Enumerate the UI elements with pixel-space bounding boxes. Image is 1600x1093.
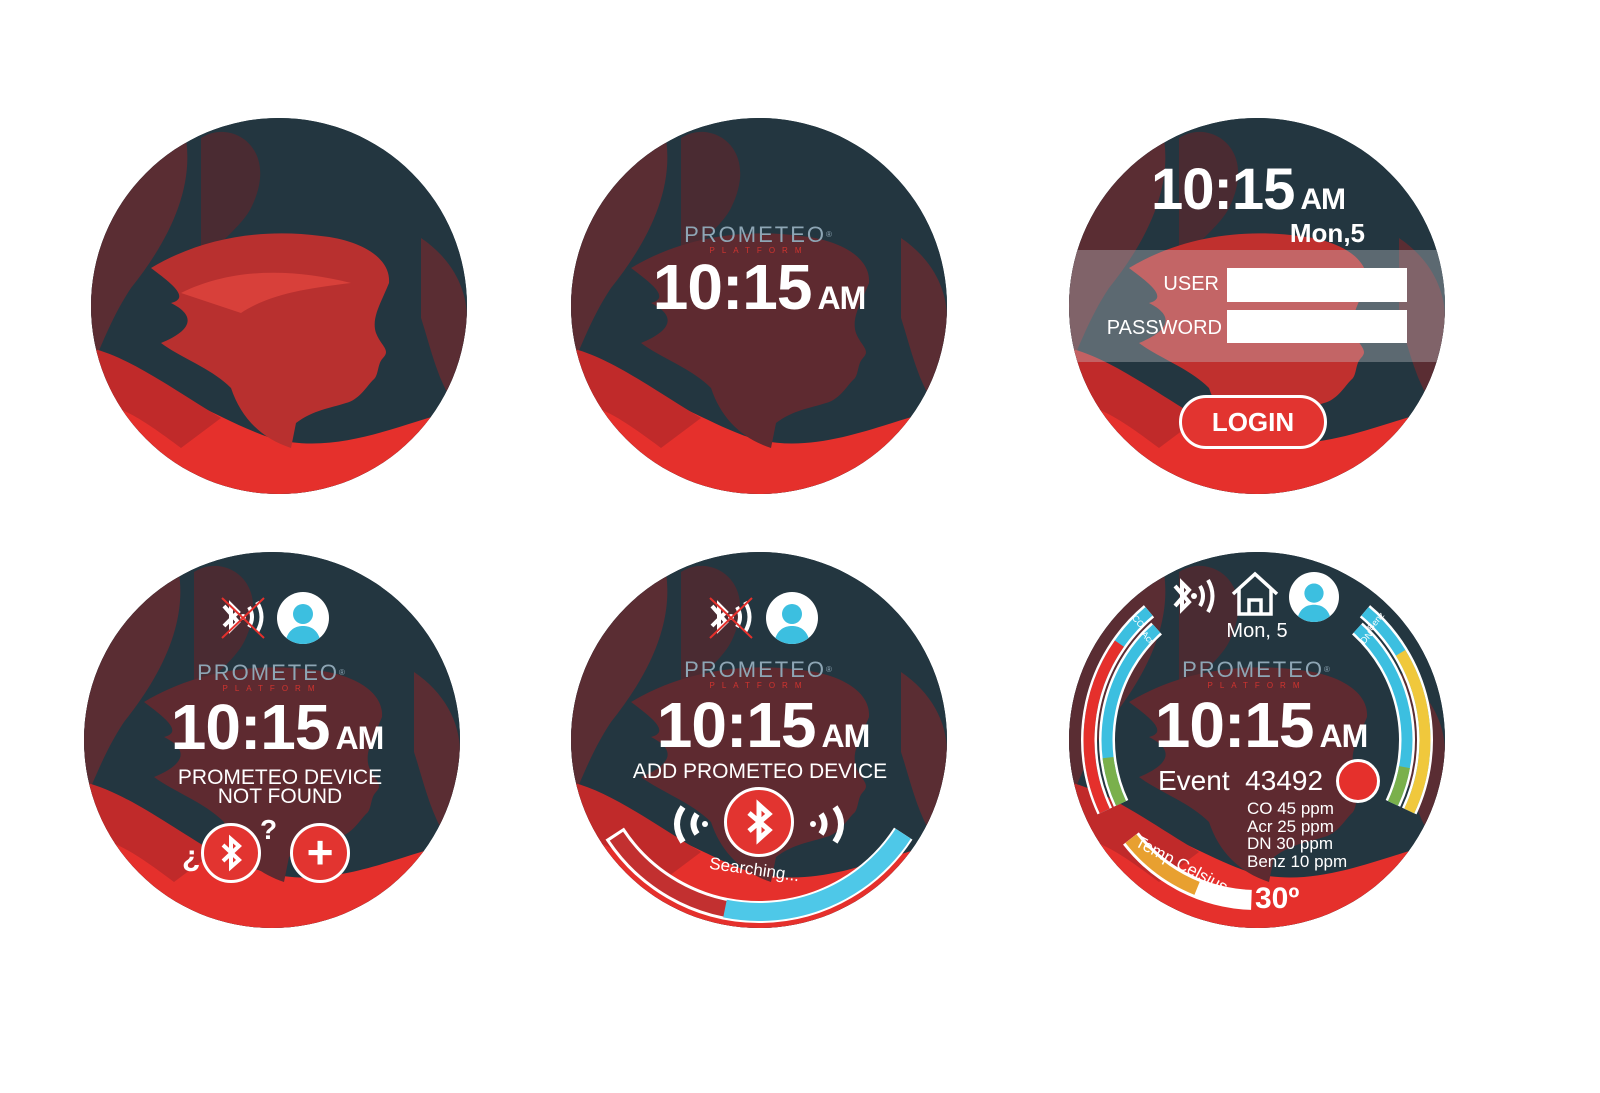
home-icon[interactable] <box>1229 570 1281 618</box>
time-ampm: AM <box>1319 718 1368 754</box>
password-input[interactable] <box>1227 310 1407 343</box>
signal-right-icon <box>818 805 844 844</box>
watch-splash-screen <box>91 118 467 494</box>
add-device-button[interactable]: + <box>290 823 350 883</box>
message-line-2: NOT FOUND <box>217 785 343 808</box>
time-ampm: AM <box>817 280 866 316</box>
time-ampm: AM <box>1300 183 1346 216</box>
user-avatar-icon[interactable] <box>1289 572 1339 622</box>
help-prefix: ¿ <box>182 840 201 873</box>
event-row: Event 43492 <box>1158 765 1323 797</box>
reading-dn: DN 30 ppm <box>1247 834 1333 853</box>
time-value: 10:15 <box>652 251 813 323</box>
login-button[interactable]: LOGIN <box>1179 395 1327 449</box>
reading-benz: Benz 10 ppm <box>1247 851 1348 871</box>
event-id: 43492 <box>1245 765 1324 796</box>
brand-name: PROMETEO <box>197 660 339 685</box>
user-avatar-icon[interactable] <box>277 592 329 644</box>
password-label: PASSWORD <box>1106 317 1222 339</box>
temp-value: 30º <box>1255 882 1300 915</box>
clock-time: 10:15 AM <box>571 250 947 324</box>
user-input[interactable] <box>1227 268 1407 302</box>
login-panel <box>1069 250 1445 362</box>
time-ampm: AM <box>335 720 384 756</box>
watch-dashboard-screen: CO Acr DN Benz Mon, 5 PROMETEO® PLATFORM 10… <box>1069 552 1445 928</box>
brand-logo: PROMETEO® PLATFORM <box>1069 657 1445 691</box>
bluetooth-scan-button[interactable] <box>724 787 794 857</box>
watch-device-not-found-screen: PROMETEO® PLATFORM 10:15 AM PROMETEO DEVI… <box>84 552 460 928</box>
watch-login-screen: 10:15 AM Mon,5 USER PASSWORD LOGIN <box>1069 118 1445 494</box>
brand-registered: ® <box>826 230 834 239</box>
event-label: Event <box>1158 765 1230 796</box>
bluetooth-icon <box>221 834 242 872</box>
bluetooth-connected-icon <box>1173 578 1215 614</box>
help-suffix: ? <box>260 814 278 845</box>
not-found-message: PROMETEO DEVICE NOT FOUND <box>100 767 460 808</box>
time-value: 10:15 <box>1151 157 1295 222</box>
signal-left-icon <box>674 805 700 844</box>
brand-logo: PROMETEO® PLATFORM <box>84 660 460 694</box>
clock-time: 10:15 AM <box>1151 156 1346 223</box>
watch-searching-screen: PROMETEO® PLATFORM 10:15 AM ADD PROMETEO … <box>571 552 947 928</box>
bluetooth-disconnected-icon <box>221 597 265 639</box>
time-value: 10:15 <box>170 691 331 763</box>
clock-time: 10:15 AM <box>94 690 460 764</box>
brand-registered: ® <box>1324 665 1332 674</box>
time-value: 10:15 <box>1154 689 1315 761</box>
watch-clock-screen: PROMETEO® PLATFORM 10:15 AM <box>571 118 947 494</box>
bluetooth-icon <box>747 799 773 845</box>
date-label: Mon, 5 <box>1226 620 1288 642</box>
bluetooth-help-button[interactable] <box>201 823 261 883</box>
brand-registered: ® <box>339 668 347 677</box>
prometeo-head-logo <box>91 118 467 494</box>
reading-co: CO 45 ppm <box>1247 799 1334 818</box>
brand-name: PROMETEO <box>1182 657 1324 682</box>
readings-list: CO 45 ppm Acr 25 ppm DN 30 ppm Benz 10 p… <box>1247 800 1347 870</box>
clock-time: 10:15 AM <box>1077 688 1445 762</box>
event-alert-indicator[interactable] <box>1336 759 1380 803</box>
brand-name: PROMETEO <box>684 222 826 247</box>
date-label: Mon,5 <box>1289 218 1365 248</box>
user-label: USER <box>1163 273 1219 295</box>
reading-acr: Acr 25 ppm <box>1247 816 1334 836</box>
